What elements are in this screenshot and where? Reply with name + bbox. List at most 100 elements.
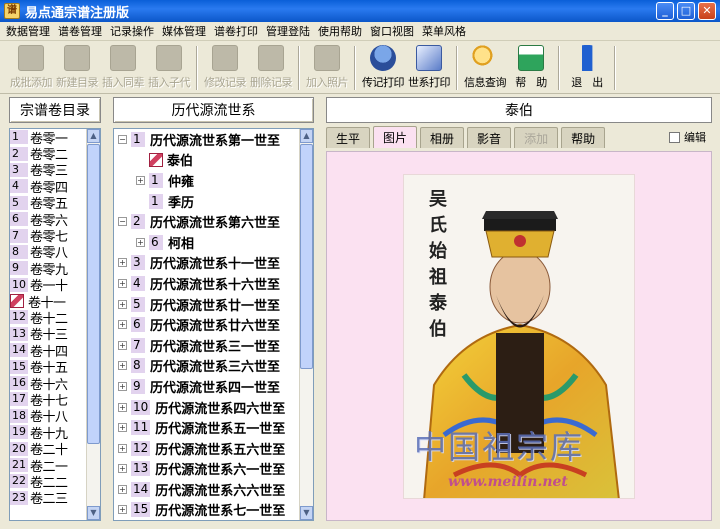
expand-icon[interactable]: + (118, 443, 127, 453)
tree-node[interactable]: +3 历代源流世系十一世至 (114, 253, 313, 274)
menu-item[interactable]: 使用帮助 (314, 23, 366, 39)
volume-number: 6 (10, 212, 28, 227)
volume-number: 15 (10, 359, 28, 374)
tree-node[interactable]: −1 历代源流世系第一世至 (114, 129, 313, 150)
tree-node[interactable]: 泰伯 (114, 150, 313, 171)
expand-icon[interactable]: + (118, 505, 127, 515)
tree-node-number: 1 (149, 193, 163, 209)
tree-node[interactable]: +10 历代源流世系四六世至 (114, 397, 313, 418)
tab-5[interactable]: 帮助 (561, 127, 606, 148)
tree-node[interactable]: +11 历代源流世系五一世至 (114, 417, 313, 438)
expand-icon[interactable]: + (118, 484, 127, 494)
tree-node[interactable]: +5 历代源流世系廿一世至 (114, 294, 313, 315)
tree-node-number: 3 (131, 255, 145, 271)
toolbar-button: 成批添加 (8, 43, 54, 93)
toolbar-button[interactable]: 信息查询 (462, 43, 508, 93)
scroll-up-icon[interactable]: ▲ (300, 129, 313, 143)
tree-node[interactable]: +4 历代源流世系十六世至 (114, 273, 313, 294)
tree-node-label: 历代源流世系七一世至 (155, 504, 286, 520)
edit-checkbox[interactable] (669, 131, 680, 143)
expand-icon[interactable]: + (118, 361, 127, 371)
title-bar[interactable]: 谱 易点通宗谱注册版 _ □ ✕ (0, 0, 720, 22)
menu-item[interactable]: 管理登陆 (262, 23, 314, 39)
menu-item[interactable]: 菜单风格 (418, 23, 470, 39)
expand-icon[interactable]: + (118, 402, 127, 412)
toolbar-separator (196, 46, 198, 90)
maximize-button[interactable]: □ (677, 2, 695, 20)
menu-item[interactable]: 数据管理 (2, 23, 54, 39)
expand-icon[interactable]: + (136, 237, 145, 247)
lineage-panel-header: 历代源流世系 (113, 97, 314, 123)
toolbar-button[interactable]: 帮 助 (508, 43, 554, 93)
expand-icon[interactable]: + (136, 175, 145, 185)
lineage-panel: 历代源流世系 −1 历代源流世系第一世至 泰伯 +1 仲雍 1 季历 −2 历代源流世系第六世至… (113, 97, 314, 521)
tree-node-number: 1 (149, 172, 163, 188)
expand-icon[interactable]: + (118, 278, 127, 288)
tree-scrollbar[interactable]: ▲ ▼ (299, 129, 313, 520)
toolbar-separator (614, 46, 616, 90)
expand-icon[interactable]: + (118, 423, 127, 433)
toolbar-button-label: 传记打印 (362, 76, 405, 89)
tree-node[interactable]: −2 历代源流世系第六世至 (114, 211, 313, 232)
collapse-icon[interactable]: − (118, 217, 127, 227)
tree-node-label: 历代源流世系五六世至 (155, 442, 286, 458)
tree-node-number: 11 (131, 420, 151, 436)
menu-item[interactable]: 窗口视图 (366, 23, 418, 39)
minimize-button[interactable]: _ (656, 2, 674, 20)
volume-scrollbar[interactable]: ▲ ▼ (86, 129, 100, 520)
tree-node-number: 7 (131, 337, 145, 353)
tree-node[interactable]: +15 历代源流世系七一世至 (114, 500, 313, 520)
tree-node[interactable]: 1 季历 (114, 191, 313, 212)
portrait-caption: 吴氏始祖泰伯 (426, 187, 450, 343)
tree-node[interactable]: +14 历代源流世系六六世至 (114, 479, 313, 500)
toolbar-button[interactable]: 世系打印 (406, 43, 452, 93)
toolbar-button-label: 新建目录 (56, 76, 99, 89)
lineage-tree[interactable]: −1 历代源流世系第一世至 泰伯 +1 仲雍 1 季历 −2 历代源流世系第六世至 +6 柯相 +3 历… (113, 128, 314, 521)
tree-node[interactable]: +6 柯相 (114, 232, 313, 253)
tab-4: 添加 (514, 127, 559, 148)
scroll-down-icon[interactable]: ▼ (300, 506, 313, 520)
tree-node[interactable]: +9 历代源流世系四一世至 (114, 376, 313, 397)
toolbar-button[interactable]: 退 出 (564, 43, 610, 93)
close-button[interactable]: ✕ (698, 2, 716, 20)
scroll-thumb[interactable] (87, 144, 100, 444)
tab-1[interactable]: 图片 (373, 126, 418, 148)
tree-node-number: 13 (131, 461, 151, 477)
expand-icon[interactable]: + (118, 258, 127, 268)
menu-item[interactable]: 谱卷管理 (54, 23, 106, 39)
menu-item[interactable]: 媒体管理 (158, 23, 210, 39)
expand-icon[interactable]: + (118, 299, 127, 309)
tree-node[interactable]: +13 历代源流世系六一世至 (114, 459, 313, 480)
scroll-thumb[interactable] (300, 144, 313, 369)
expand-icon[interactable]: + (118, 464, 127, 474)
volume-list[interactable]: 1 卷零一 2 卷零二 3 卷零三 4 卷零四 5 卷零五 6 卷零六 7 卷零七 8 卷零八 9 卷零九 10 卷一… (9, 128, 101, 521)
tree-node[interactable]: +8 历代源流世系三六世至 (114, 356, 313, 377)
tree-node[interactable]: +12 历代源流世系五六世至 (114, 438, 313, 459)
menu-item[interactable]: 谱卷打印 (210, 23, 262, 39)
tree-node[interactable]: +6 历代源流世系廿六世至 (114, 314, 313, 335)
exit-icon (574, 45, 600, 71)
tree-node-number: 9 (131, 378, 145, 394)
tree-node[interactable]: +7 历代源流世系三一世至 (114, 335, 313, 356)
caption-char: 伯 (429, 319, 447, 340)
collapse-icon[interactable]: − (118, 134, 127, 144)
menu-item[interactable]: 记录操作 (106, 23, 158, 39)
volume-panel: 宗谱卷目录 1 卷零一 2 卷零二 3 卷零三 4 卷零四 5 卷零五 6 卷零六 7 卷零七 8 卷零八 9 卷… (9, 97, 101, 521)
scroll-down-icon[interactable]: ▼ (87, 506, 100, 520)
expand-icon[interactable]: + (118, 320, 127, 330)
toolbar-button[interactable]: 传记打印 (360, 43, 406, 93)
tab-2[interactable]: 相册 (420, 127, 465, 148)
tree-node-label: 历代源流世系五一世至 (155, 422, 286, 438)
insert-sibling-icon (110, 45, 136, 71)
tab-0[interactable]: 生平 (326, 127, 371, 148)
expand-icon[interactable]: + (118, 340, 127, 350)
volume-number: 16 (10, 376, 28, 391)
edit-toggle[interactable]: 编辑 (669, 129, 706, 145)
delete-record-icon (258, 45, 284, 71)
volume-number: 19 (10, 425, 28, 440)
tab-3[interactable]: 影音 (467, 127, 512, 148)
tree-node[interactable]: +1 仲雍 (114, 170, 313, 191)
scroll-up-icon[interactable]: ▲ (87, 129, 100, 143)
volume-number: 1 (10, 130, 28, 145)
expand-icon[interactable]: + (118, 381, 127, 391)
